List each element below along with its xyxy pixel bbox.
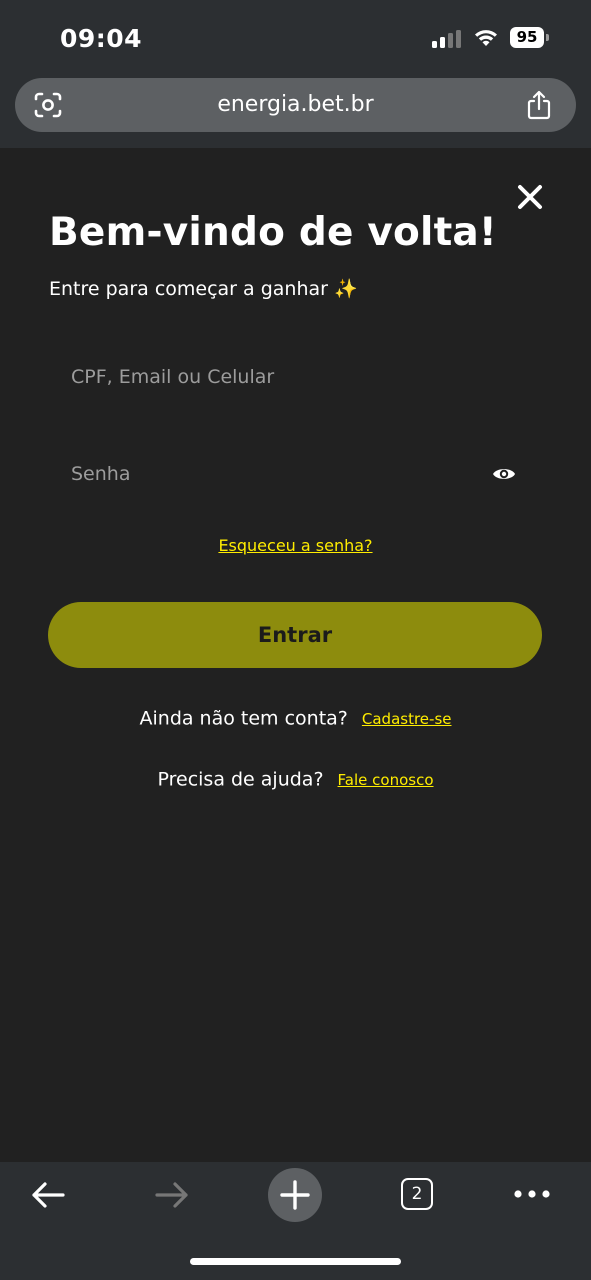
url-text[interactable]: energia.bet.br — [15, 78, 576, 132]
eye-icon[interactable] — [492, 463, 516, 485]
sparkles-icon: ✨ — [334, 278, 358, 300]
signup-link[interactable]: Cadastre-se — [362, 710, 452, 728]
forward-arrow-icon[interactable] — [154, 1180, 190, 1210]
address-bar[interactable]: energia.bet.br — [15, 78, 576, 132]
contact-link[interactable]: Fale conosco — [338, 771, 434, 789]
wifi-icon — [475, 30, 497, 46]
status-bar: 09:04 95 — [0, 0, 591, 70]
home-indicator — [190, 1258, 401, 1265]
subtitle-text: Entre para começar a ganhar — [49, 278, 328, 300]
signal-icon — [432, 30, 464, 48]
password-input[interactable]: Senha — [49, 444, 542, 504]
status-time: 09:04 — [60, 24, 143, 53]
help-question: Precisa de ajuda? — [157, 768, 324, 791]
forgot-password-link[interactable]: Esqueceu a senha? — [0, 536, 591, 555]
password-placeholder: Senha — [71, 463, 131, 485]
browser-toolbar: 2 — [0, 1162, 591, 1280]
battery-level: 95 — [510, 27, 544, 48]
close-icon[interactable] — [514, 181, 546, 213]
share-icon[interactable] — [526, 90, 552, 120]
page-title: Bem-vindo de volta! — [49, 210, 497, 255]
help-row: Precisa de ajuda? Fale conosco — [0, 768, 591, 791]
signup-row: Ainda não tem conta? Cadastre-se — [0, 707, 591, 730]
battery-tip — [546, 34, 549, 41]
signup-question: Ainda não tem conta? — [139, 707, 348, 730]
page-subtitle: Entre para começar a ganhar ✨ — [49, 277, 358, 300]
new-tab-button[interactable] — [268, 1168, 322, 1222]
plus-icon — [280, 1180, 310, 1210]
login-input[interactable]: CPF, Email ou Celular — [49, 347, 542, 407]
browser-header: energia.bet.br — [0, 70, 591, 148]
login-placeholder: CPF, Email ou Celular — [71, 366, 275, 388]
login-button[interactable]: Entrar — [48, 602, 542, 668]
tabs-button[interactable]: 2 — [401, 1178, 433, 1210]
more-icon[interactable] — [512, 1184, 552, 1204]
back-arrow-icon[interactable] — [30, 1180, 66, 1210]
